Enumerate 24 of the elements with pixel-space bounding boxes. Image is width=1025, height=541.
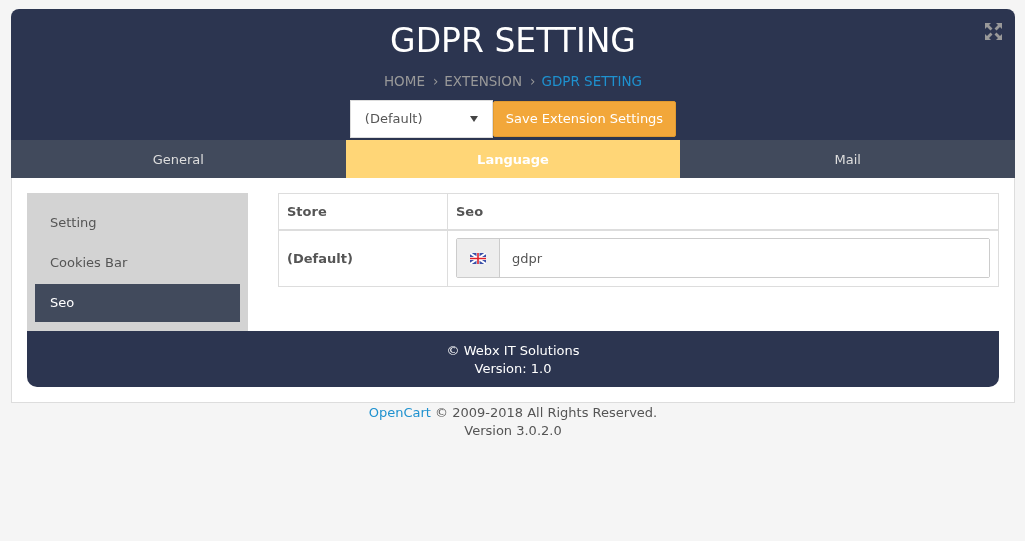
opencart-link[interactable]: OpenCart <box>368 405 431 420</box>
fullscreen-icon[interactable] <box>985 23 1002 40</box>
page-title: GDPR SETTING <box>390 23 636 60</box>
breadcrumb-link[interactable]: GDPR SETTING <box>541 71 643 92</box>
column-header: Store <box>278 193 448 230</box>
table-cell: (Default) <box>278 229 448 287</box>
version-text: Version 3.0.2.0 <box>463 422 563 440</box>
sidebar-item[interactable]: Seo <box>35 284 240 322</box>
breadcrumb-separator: › <box>530 72 536 92</box>
caret-icon <box>469 115 478 122</box>
column-header: Seo <box>447 193 999 230</box>
seo-field[interactable]: gdpr <box>456 238 990 279</box>
copyright-text: © Webx IT Solutions <box>445 342 581 360</box>
flag-icon <box>470 252 486 264</box>
sidebar-item[interactable]: Cookies Bar <box>35 244 240 282</box>
tab[interactable]: General <box>11 140 346 178</box>
store-select[interactable]: (Default) <box>349 99 493 138</box>
sidebar-item[interactable]: Setting <box>35 204 240 242</box>
breadcrumb-separator: › <box>432 72 439 92</box>
breadcrumb-link[interactable]: HOME <box>383 71 425 92</box>
breadcrumb-link[interactable]: EXTENSION <box>444 71 523 92</box>
copyright-text: OpenCart © 2009-2018 All Rights Reserved. <box>367 404 659 422</box>
tab[interactable]: Mail <box>680 140 1015 178</box>
version-text: Version: 1.0 <box>473 360 553 378</box>
